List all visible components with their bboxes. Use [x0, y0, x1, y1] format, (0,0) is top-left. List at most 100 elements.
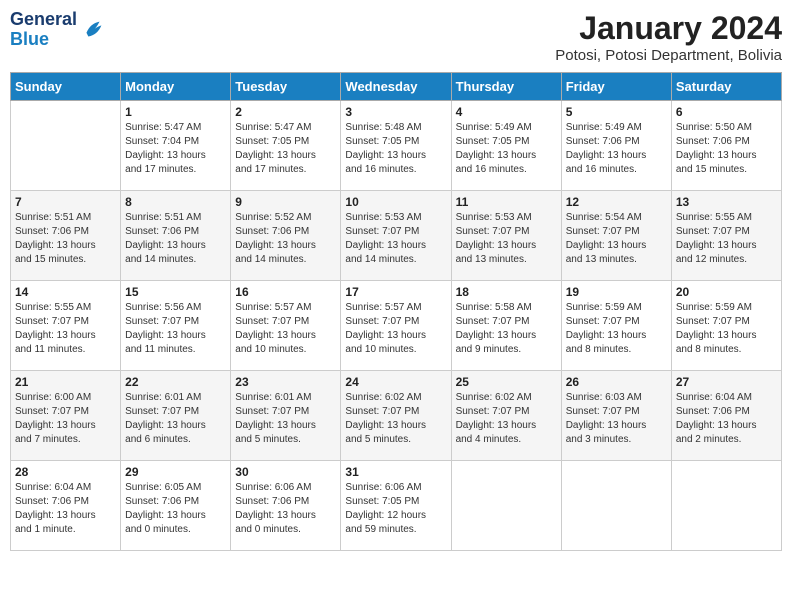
day-info: Sunrise: 5:51 AM Sunset: 7:06 PM Dayligh…	[125, 211, 226, 267]
calendar-cell: 27 Sunrise: 6:04 AM Sunset: 7:06 PM Dayli…	[671, 371, 781, 461]
day-header-sunday: Sunday	[11, 73, 121, 101]
day-number: 3	[345, 105, 446, 119]
calendar-cell	[451, 461, 561, 551]
day-info: Sunrise: 5:49 AM Sunset: 7:06 PM Dayligh…	[566, 121, 667, 177]
calendar-cell: 3Sunrise: 5:48 AM Sunset: 7:05 PM Daylig…	[341, 101, 451, 191]
day-number: 25	[456, 375, 557, 389]
calendar-cell: 25Sunrise: 6:02 AM Sunset: 7:07 PM Dayli…	[451, 371, 561, 461]
calendar-cell: 5 Sunrise: 5:49 AM Sunset: 7:06 PM Daylig…	[561, 101, 671, 191]
calendar-cell: 4 Sunrise: 5:49 AM Sunset: 7:05 PM Daylig…	[451, 101, 561, 191]
calendar-cell: 18 Sunrise: 5:58 AM Sunset: 7:07 PM Dayli…	[451, 281, 561, 371]
calendar-cell: 26 Sunrise: 6:03 AM Sunset: 7:07 PM Dayli…	[561, 371, 671, 461]
day-info: Sunrise: 6:01 AM Sunset: 7:07 PM Dayligh…	[235, 391, 336, 447]
day-number: 12	[566, 195, 667, 209]
day-number: 31	[345, 465, 446, 479]
logo: General Blue	[10, 10, 107, 50]
week-row-4: 21 Sunrise: 6:00 AM Sunset: 7:07 PM Dayli…	[11, 371, 782, 461]
day-info: Sunrise: 5:59 AM Sunset: 7:07 PM Dayligh…	[566, 301, 667, 357]
day-number: 20	[676, 285, 777, 299]
day-number: 23	[235, 375, 336, 389]
day-number: 4	[456, 105, 557, 119]
calendar-cell: 12 Sunrise: 5:54 AM Sunset: 7:07 PM Dayli…	[561, 191, 671, 281]
calendar-cell: 23 Sunrise: 6:01 AM Sunset: 7:07 PM Dayli…	[231, 371, 341, 461]
week-row-5: 28 Sunrise: 6:04 AM Sunset: 7:06 PM Dayli…	[11, 461, 782, 551]
day-number: 21	[15, 375, 116, 389]
day-number: 18	[456, 285, 557, 299]
day-number: 9	[235, 195, 336, 209]
day-info: Sunrise: 6:02 AM Sunset: 7:07 PM Dayligh…	[345, 391, 446, 447]
day-header-saturday: Saturday	[671, 73, 781, 101]
calendar-cell: 30 Sunrise: 6:06 AM Sunset: 7:06 PM Dayli…	[231, 461, 341, 551]
day-number: 30	[235, 465, 336, 479]
day-number: 19	[566, 285, 667, 299]
calendar-cell: 7Sunrise: 5:51 AM Sunset: 7:06 PM Daylig…	[11, 191, 121, 281]
day-number: 26	[566, 375, 667, 389]
day-info: Sunrise: 5:49 AM Sunset: 7:05 PM Dayligh…	[456, 121, 557, 177]
day-number: 27	[676, 375, 777, 389]
week-row-2: 7Sunrise: 5:51 AM Sunset: 7:06 PM Daylig…	[11, 191, 782, 281]
calendar-cell: 14Sunrise: 5:55 AM Sunset: 7:07 PM Dayli…	[11, 281, 121, 371]
month-title: January 2024	[555, 10, 782, 47]
day-number: 16	[235, 285, 336, 299]
calendar-cell: 17 Sunrise: 5:57 AM Sunset: 7:07 PM Dayli…	[341, 281, 451, 371]
day-info: Sunrise: 5:59 AM Sunset: 7:07 PM Dayligh…	[676, 301, 777, 357]
calendar-header: SundayMondayTuesdayWednesdayThursdayFrid…	[11, 73, 782, 101]
day-number: 17	[345, 285, 446, 299]
calendar-cell: 19 Sunrise: 5:59 AM Sunset: 7:07 PM Dayli…	[561, 281, 671, 371]
day-number: 2	[235, 105, 336, 119]
week-row-3: 14Sunrise: 5:55 AM Sunset: 7:07 PM Dayli…	[11, 281, 782, 371]
day-info: Sunrise: 5:47 AM Sunset: 7:05 PM Dayligh…	[235, 121, 336, 177]
calendar-cell: 15Sunrise: 5:56 AM Sunset: 7:07 PM Dayli…	[121, 281, 231, 371]
calendar-cell: 20 Sunrise: 5:59 AM Sunset: 7:07 PM Dayli…	[671, 281, 781, 371]
day-info: Sunrise: 5:58 AM Sunset: 7:07 PM Dayligh…	[456, 301, 557, 357]
calendar-cell: 11Sunrise: 5:53 AM Sunset: 7:07 PM Dayli…	[451, 191, 561, 281]
logo-blue: Blue	[10, 29, 49, 49]
calendar-cell: 24 Sunrise: 6:02 AM Sunset: 7:07 PM Dayli…	[341, 371, 451, 461]
day-number: 15	[125, 285, 226, 299]
day-number: 13	[676, 195, 777, 209]
logo-general: General	[10, 9, 77, 29]
day-info: Sunrise: 5:55 AM Sunset: 7:07 PM Dayligh…	[15, 301, 116, 357]
day-info: Sunrise: 5:52 AM Sunset: 7:06 PM Dayligh…	[235, 211, 336, 267]
day-header-row: SundayMondayTuesdayWednesdayThursdayFrid…	[11, 73, 782, 101]
calendar-cell: 28 Sunrise: 6:04 AM Sunset: 7:06 PM Dayli…	[11, 461, 121, 551]
day-number: 28	[15, 465, 116, 479]
day-info: Sunrise: 5:50 AM Sunset: 7:06 PM Dayligh…	[676, 121, 777, 177]
day-number: 24	[345, 375, 446, 389]
title-block: January 2024 Potosi, Potosi Department, …	[555, 10, 782, 64]
calendar-cell: 16 Sunrise: 5:57 AM Sunset: 7:07 PM Dayli…	[231, 281, 341, 371]
day-header-thursday: Thursday	[451, 73, 561, 101]
day-info: Sunrise: 5:47 AM Sunset: 7:04 PM Dayligh…	[125, 121, 226, 177]
day-info: Sunrise: 6:00 AM Sunset: 7:07 PM Dayligh…	[15, 391, 116, 447]
day-info: Sunrise: 5:57 AM Sunset: 7:07 PM Dayligh…	[235, 301, 336, 357]
day-header-tuesday: Tuesday	[231, 73, 341, 101]
calendar-cell: 22 Sunrise: 6:01 AM Sunset: 7:07 PM Dayli…	[121, 371, 231, 461]
calendar-cell: 9 Sunrise: 5:52 AM Sunset: 7:06 PM Daylig…	[231, 191, 341, 281]
day-header-friday: Friday	[561, 73, 671, 101]
day-number: 29	[125, 465, 226, 479]
week-row-1: 1 Sunrise: 5:47 AM Sunset: 7:04 PM Daylig…	[11, 101, 782, 191]
day-header-wednesday: Wednesday	[341, 73, 451, 101]
day-info: Sunrise: 5:54 AM Sunset: 7:07 PM Dayligh…	[566, 211, 667, 267]
calendar-cell	[11, 101, 121, 191]
day-info: Sunrise: 6:04 AM Sunset: 7:06 PM Dayligh…	[15, 481, 116, 537]
calendar-body: 1 Sunrise: 5:47 AM Sunset: 7:04 PM Daylig…	[11, 101, 782, 551]
day-info: Sunrise: 6:01 AM Sunset: 7:07 PM Dayligh…	[125, 391, 226, 447]
day-info: Sunrise: 6:06 AM Sunset: 7:05 PM Dayligh…	[345, 481, 446, 537]
day-number: 11	[456, 195, 557, 209]
day-info: Sunrise: 6:06 AM Sunset: 7:06 PM Dayligh…	[235, 481, 336, 537]
day-header-monday: Monday	[121, 73, 231, 101]
day-info: Sunrise: 5:55 AM Sunset: 7:07 PM Dayligh…	[676, 211, 777, 267]
calendar-cell: 13 Sunrise: 5:55 AM Sunset: 7:07 PM Dayli…	[671, 191, 781, 281]
day-number: 22	[125, 375, 226, 389]
day-info: Sunrise: 5:53 AM Sunset: 7:07 PM Dayligh…	[345, 211, 446, 267]
calendar-cell	[561, 461, 671, 551]
day-info: Sunrise: 5:57 AM Sunset: 7:07 PM Dayligh…	[345, 301, 446, 357]
day-info: Sunrise: 6:04 AM Sunset: 7:06 PM Dayligh…	[676, 391, 777, 447]
calendar-cell: 8Sunrise: 5:51 AM Sunset: 7:06 PM Daylig…	[121, 191, 231, 281]
day-info: Sunrise: 6:03 AM Sunset: 7:07 PM Dayligh…	[566, 391, 667, 447]
day-number: 5	[566, 105, 667, 119]
day-number: 6	[676, 105, 777, 119]
calendar-cell: 6 Sunrise: 5:50 AM Sunset: 7:06 PM Daylig…	[671, 101, 781, 191]
day-number: 1	[125, 105, 226, 119]
